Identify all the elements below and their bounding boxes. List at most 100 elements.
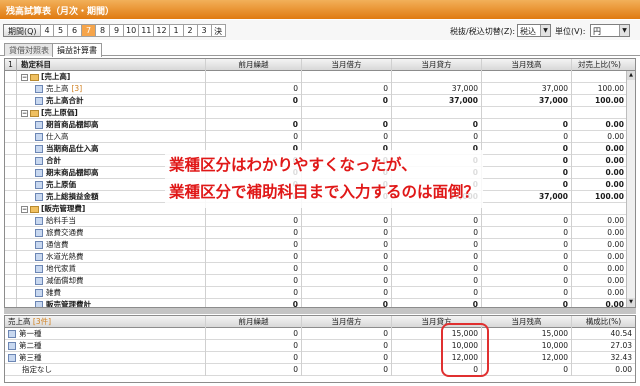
account-name-cell: 減価償却費: [35, 275, 205, 287]
vertical-scrollbar[interactable]: ▲ ▼: [626, 71, 635, 307]
tax-select[interactable]: 税込 ▼: [517, 24, 551, 37]
account-name: 雑費: [46, 288, 61, 297]
sub-table-row[interactable]: 第三種 0 0 12,000 12,000 32.43: [5, 352, 635, 364]
amount-cell: [481, 71, 571, 83]
table-row[interactable]: 減価償却費 0 0 0 0 0.00: [5, 275, 635, 287]
header-balance: 当月残高: [481, 59, 571, 71]
sub-account-name: 第三種: [19, 353, 42, 362]
table-row[interactable]: − [売上原価]: [5, 107, 635, 119]
account-name-cell: 仕入高: [35, 131, 205, 143]
sub-amount-cell: 0: [301, 364, 391, 376]
account-icon: [35, 181, 43, 189]
account-icon: [35, 85, 43, 93]
table-row[interactable]: 売上高合計 0 0 37,000 37,000 100.00: [5, 95, 635, 107]
collapse-icon[interactable]: −: [21, 205, 28, 213]
splitter[interactable]: [4, 308, 636, 314]
month-button[interactable]: 1: [169, 24, 184, 37]
sub-amount-cell: 27.03: [571, 340, 635, 352]
month-button[interactable]: 決: [211, 24, 226, 37]
amount-cell: 0: [301, 215, 391, 227]
sub-amount-cell: 0: [205, 352, 301, 364]
account-name-cell: 通信費: [35, 239, 205, 251]
month-button[interactable]: 10: [124, 24, 140, 37]
month-button[interactable]: 9: [110, 24, 124, 37]
table-row[interactable]: 売上高 [3] 0 0 37,000 37,000 100.00: [5, 83, 635, 95]
table-row[interactable]: 期首商品棚卸高 0 0 0 0 0.00: [5, 119, 635, 131]
table-row[interactable]: 旅費交通費 0 0 0 0 0.00: [5, 227, 635, 239]
amount-cell: 0: [391, 119, 481, 131]
amount-cell: 0: [205, 83, 301, 95]
amount-cell: 0: [205, 227, 301, 239]
amount-cell: 0.00: [571, 131, 627, 143]
scroll-down-icon[interactable]: ▼: [627, 298, 635, 307]
amount-cell: 0: [301, 119, 391, 131]
sub-account-icon: [8, 354, 16, 362]
table-row[interactable]: 地代家賃 0 0 0 0 0.00: [5, 263, 635, 275]
row-gutter: [5, 107, 17, 119]
table-row[interactable]: 仕入高 0 0 0 0 0.00: [5, 131, 635, 143]
month-button[interactable]: 6: [68, 24, 82, 37]
sub-table-row[interactable]: 第一種 0 0 15,000 15,000 40.54: [5, 328, 635, 340]
sub-table-row[interactable]: 指定なし 0 0 0 0 0.00: [5, 364, 635, 376]
sub-amount-cell: 32.43: [571, 352, 635, 364]
table-row[interactable]: 給料手当 0 0 0 0 0.00: [5, 215, 635, 227]
month-button[interactable]: 4: [40, 24, 54, 37]
account-name-cell: 雑費: [35, 287, 205, 299]
row-gutter: [5, 83, 17, 95]
account-name: 合計: [46, 156, 61, 165]
month-button[interactable]: 12: [154, 24, 170, 37]
header-prev-balance: 前月繰越: [205, 59, 301, 71]
amount-cell: 0.00: [571, 167, 627, 179]
table-row[interactable]: 水道光熱費 0 0 0 0 0.00: [5, 251, 635, 263]
account-icon: [35, 265, 43, 273]
chevron-down-icon[interactable]: ▼: [540, 25, 550, 36]
amount-cell: 0: [205, 251, 301, 263]
window-title: 残高試算表（月次・期間）: [0, 0, 640, 19]
scroll-up-icon[interactable]: ▲: [627, 71, 635, 80]
table-row[interactable]: 通信費 0 0 0 0 0.00: [5, 239, 635, 251]
table-row[interactable]: 雑費 0 0 0 0 0.00: [5, 287, 635, 299]
folder-icon: [30, 73, 39, 81]
sub-table-title-text: 売上高: [8, 317, 31, 326]
month-button[interactable]: 3: [197, 24, 212, 37]
amount-cell: 0.00: [571, 251, 627, 263]
amount-cell: 0.00: [571, 299, 627, 307]
account-name: 当期商品仕入高: [46, 144, 99, 153]
account-sub-count: [3]: [71, 84, 83, 93]
sub-table-row[interactable]: 第二種 0 0 10,000 10,000 27.03: [5, 340, 635, 352]
account-icon: [35, 253, 43, 261]
period-button[interactable]: 期間(Q): [3, 24, 42, 37]
month-button[interactable]: 5: [54, 24, 68, 37]
chevron-down-icon[interactable]: ▼: [619, 25, 629, 36]
tax-select-value: 税込: [520, 27, 536, 36]
sub-account-name: 指定なし: [22, 365, 52, 374]
collapse-icon[interactable]: −: [21, 109, 28, 117]
folder-icon: [30, 109, 39, 117]
sub-account-name-cell: 第二種: [8, 340, 198, 352]
row-gutter: [5, 131, 17, 143]
amount-cell: 0.00: [571, 155, 627, 167]
amount-cell: 0: [481, 155, 571, 167]
table-row[interactable]: − [売上高]: [5, 71, 635, 83]
collapse-icon[interactable]: −: [21, 73, 28, 81]
account-name-cell: 給料手当: [35, 215, 205, 227]
amount-cell: 37,000: [391, 83, 481, 95]
month-button[interactable]: 2: [183, 24, 198, 37]
month-button[interactable]: 7: [82, 24, 96, 37]
month-button[interactable]: 11: [139, 24, 155, 37]
amount-cell: 0.00: [571, 275, 627, 287]
table-row[interactable]: 販売管理費計 0 0 0 0 0.00: [5, 299, 635, 307]
unit-select[interactable]: 円 ▼: [590, 24, 630, 37]
account-icon: [35, 301, 43, 307]
amount-cell: 0.00: [571, 215, 627, 227]
month-button[interactable]: 8: [96, 24, 110, 37]
amount-cell: 0: [301, 83, 391, 95]
row-gutter: [5, 143, 17, 155]
tab-balance-sheet[interactable]: 貸借対照表: [4, 43, 54, 56]
sub-account-icon: [8, 342, 16, 350]
account-name: 売上高: [46, 84, 69, 93]
period-toolbar: 期間(Q) 4 5 6 7 8 9 10 11 12 1 2 3 決 税抜/税込切替(Z): 税込 ▼ …: [0, 20, 640, 40]
tab-income-statement[interactable]: 損益計算書: [52, 43, 102, 57]
account-name-cell: 水道光熱費: [35, 251, 205, 263]
account-icon: [35, 145, 43, 153]
